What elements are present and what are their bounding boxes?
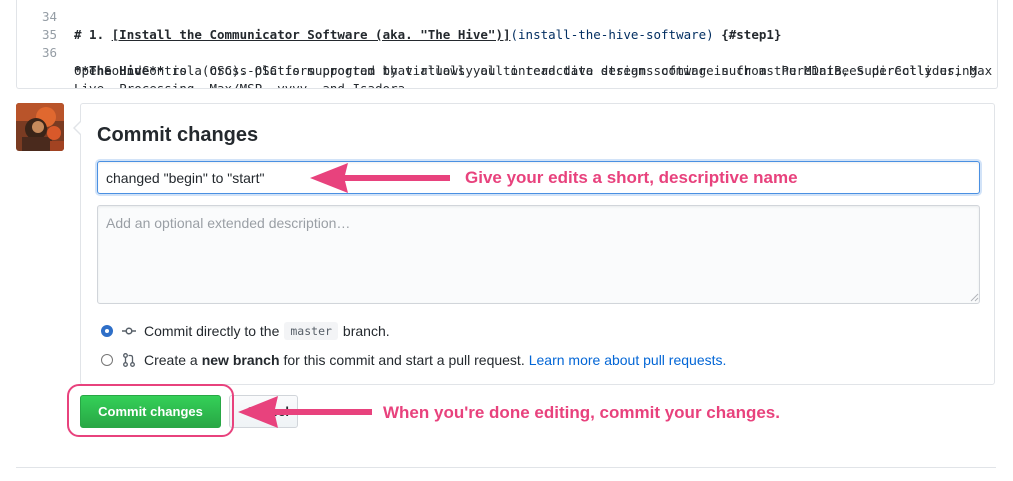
bottom-divider: [16, 467, 996, 468]
annotation-arrow-commit: [238, 396, 372, 428]
annotation-arrow-name: [310, 163, 450, 193]
annotation-name-hint: Give your edits a short, descriptive nam…: [465, 168, 798, 187]
annotation-commit-hint: When you're done editing, commit your ch…: [383, 403, 780, 422]
